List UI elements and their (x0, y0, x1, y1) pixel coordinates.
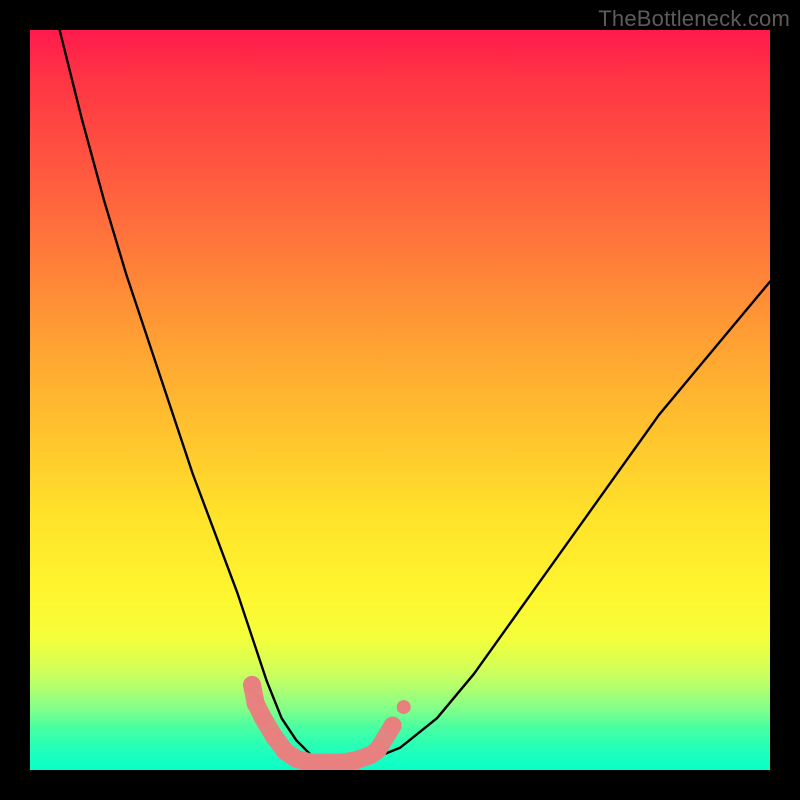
marker-dot (243, 676, 261, 694)
bottleneck-curve-path (60, 30, 770, 763)
outer-frame: TheBottleneck.com (0, 0, 800, 800)
watermark-text: TheBottleneck.com (598, 6, 790, 32)
marker-dot (254, 709, 272, 727)
marker-dot (397, 700, 411, 714)
marker-dot (265, 728, 283, 746)
curve-svg (30, 30, 770, 770)
marker-dot (384, 717, 402, 735)
curve-markers (243, 676, 411, 770)
bottleneck-curve (60, 30, 770, 763)
marker-dot (369, 741, 387, 759)
plot-area (30, 30, 770, 770)
